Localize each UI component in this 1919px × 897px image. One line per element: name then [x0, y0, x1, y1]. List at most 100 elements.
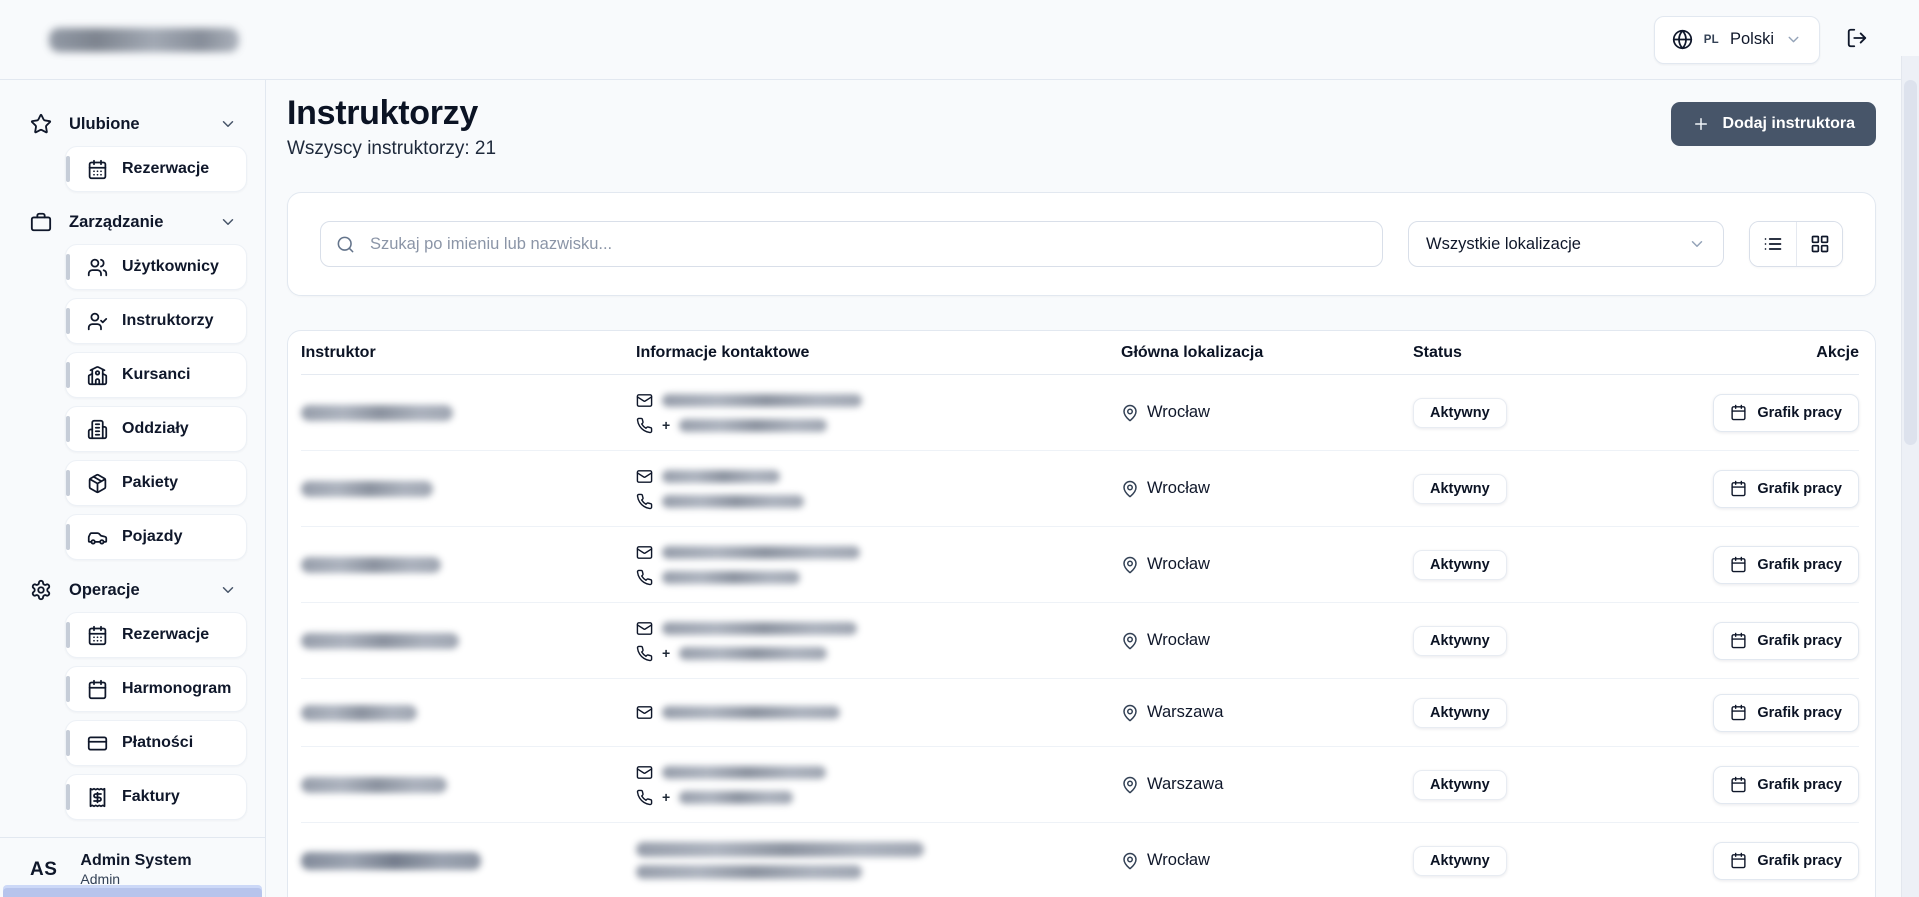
building-icon [87, 419, 108, 440]
email-redacted [662, 393, 862, 407]
sidebar-item-oddzialy[interactable]: Oddziały [65, 406, 247, 452]
instructor-name-redacted [301, 404, 453, 421]
calendar-icon [1730, 480, 1747, 497]
sidebar-item-faktury[interactable]: Faktury [65, 774, 247, 820]
sidebar-item-pakiety[interactable]: Pakiety [65, 460, 247, 506]
calendar-icon [1730, 404, 1747, 421]
add-instructor-button[interactable]: Dodaj instruktora [1670, 102, 1876, 146]
table-row: + Wrocław Aktywny Grafik pracy [301, 375, 1859, 451]
user-name: Admin System [80, 852, 192, 869]
map-pin-icon [1121, 480, 1139, 498]
chevron-down-icon [219, 581, 237, 599]
location-value: Wrocław [1147, 631, 1210, 649]
sidebar-section-operacje[interactable]: Operacje [0, 568, 265, 612]
sidebar-item-instruktorzy[interactable]: Instruktorzy [65, 298, 247, 344]
calendar-icon [1730, 632, 1747, 649]
work-schedule-button[interactable]: Grafik pracy [1713, 621, 1859, 660]
column-header-status: Status [1413, 343, 1462, 361]
work-schedule-button[interactable]: Grafik pracy [1713, 841, 1859, 880]
phone-redacted [679, 646, 828, 660]
sidebar-item-label: Faktury [122, 788, 180, 805]
status-badge: Aktywny [1413, 697, 1507, 728]
filter-bar: Wszystkie lokalizacje [287, 192, 1876, 296]
top-bar-actions: PL Polski [1653, 15, 1868, 64]
school-icon [87, 365, 108, 386]
table-row: + Warszawa Aktywny Grafik pracy [301, 747, 1859, 823]
work-schedule-label: Grafik pracy [1757, 704, 1842, 721]
table-row: Wrocław Aktywny Grafik pracy [301, 823, 1859, 897]
search-box [320, 221, 1383, 267]
language-selector[interactable]: PL Polski [1653, 15, 1820, 64]
location-value: Wrocław [1147, 479, 1210, 497]
sidebar-item-uzytkownicy[interactable]: Użytkownicy [65, 244, 247, 290]
car-icon [87, 527, 108, 548]
status-badge: Aktywny [1413, 473, 1507, 504]
work-schedule-label: Grafik pracy [1757, 480, 1842, 497]
phone-prefix: + [662, 789, 671, 805]
logout-button[interactable] [1846, 27, 1868, 52]
location-filter-value: Wszystkie lokalizacje [1426, 234, 1581, 253]
phone-icon [636, 417, 653, 434]
sidebar-item-kursanci[interactable]: Kursanci [65, 352, 247, 398]
phone-redacted [679, 790, 794, 804]
sidebar-item-label: Płatności [122, 734, 194, 751]
plus-icon [1692, 115, 1710, 133]
phone-icon [636, 493, 653, 510]
view-toggle [1749, 221, 1843, 267]
user-avatar: AS [30, 858, 58, 880]
sidebar-nav: Ulubione Rezerwacje Zarządzanie Użytkown… [0, 80, 265, 820]
page-subtitle: Wszyscy instruktorzy: 21 [287, 138, 497, 159]
sidebar-item-label: Pojazdy [122, 528, 183, 545]
map-pin-icon [1121, 632, 1139, 650]
logout-icon [1846, 27, 1868, 49]
work-schedule-button[interactable]: Grafik pracy [1713, 545, 1859, 584]
table-header-row: Instruktor Informacje kontaktowe Główna … [301, 331, 1859, 375]
receipt-icon [87, 787, 108, 808]
work-schedule-button[interactable]: Grafik pracy [1713, 393, 1859, 432]
list-icon [1763, 234, 1783, 254]
phone-redacted [636, 865, 862, 879]
table-row: Wrocław Aktywny Grafik pracy [301, 527, 1859, 603]
vertical-scrollbar[interactable] [1901, 56, 1919, 897]
sidebar-item-harmonogram[interactable]: Harmonogram [65, 666, 247, 712]
page-header: Instruktorzy Wszyscy instruktorzy: 21 Do… [287, 90, 1876, 160]
sidebar-item-rezerwacje-operacje[interactable]: Rezerwacje [65, 612, 247, 658]
location-filter-select[interactable]: Wszystkie lokalizacje [1408, 221, 1724, 267]
app-logo-redacted [49, 27, 239, 52]
user-role: Admin [80, 871, 121, 887]
column-header-akcje: Akcje [1816, 343, 1859, 361]
status-badge: Aktywny [1413, 397, 1507, 428]
scrollbar-thumb[interactable] [1904, 80, 1917, 445]
instructor-name-redacted [301, 704, 417, 721]
work-schedule-button[interactable]: Grafik pracy [1713, 765, 1859, 804]
grid-view-button[interactable] [1796, 222, 1842, 266]
sidebar-item-rezerwacje-ulubione[interactable]: Rezerwacje [65, 146, 247, 192]
work-schedule-label: Grafik pracy [1757, 556, 1842, 573]
work-schedule-button[interactable]: Grafik pracy [1713, 693, 1859, 732]
column-header-kontakt: Informacje kontaktowe [636, 343, 810, 361]
phone-redacted [662, 494, 804, 508]
map-pin-icon [1121, 556, 1139, 574]
sidebar-item-label: Oddziały [122, 420, 189, 437]
chevron-down-icon [1785, 31, 1802, 48]
work-schedule-label: Grafik pracy [1757, 404, 1842, 421]
status-badge: Aktywny [1413, 769, 1507, 800]
map-pin-icon [1121, 704, 1139, 722]
sidebar-item-label: Instruktorzy [122, 312, 214, 329]
location-value: Warszawa [1147, 775, 1224, 793]
sidebar-section-zarzadzanie[interactable]: Zarządzanie [0, 200, 265, 244]
email-redacted [662, 765, 826, 779]
sidebar-item-label: Rezerwacje [122, 626, 210, 643]
work-schedule-button[interactable]: Grafik pracy [1713, 469, 1859, 508]
sidebar-item-label: Użytkownicy [122, 258, 219, 275]
phone-icon [636, 789, 653, 806]
table-row: Wrocław Aktywny Grafik pracy [301, 451, 1859, 527]
sidebar-item-pojazdy[interactable]: Pojazdy [65, 514, 247, 560]
list-view-button[interactable] [1750, 222, 1796, 266]
phone-icon [636, 645, 653, 662]
calendar-icon [1730, 556, 1747, 573]
search-input[interactable] [368, 233, 1367, 255]
sidebar-item-platnosci[interactable]: Płatności [65, 720, 247, 766]
sidebar-section-label: Zarządzanie [69, 212, 164, 231]
sidebar-section-ulubione[interactable]: Ulubione [0, 102, 265, 146]
